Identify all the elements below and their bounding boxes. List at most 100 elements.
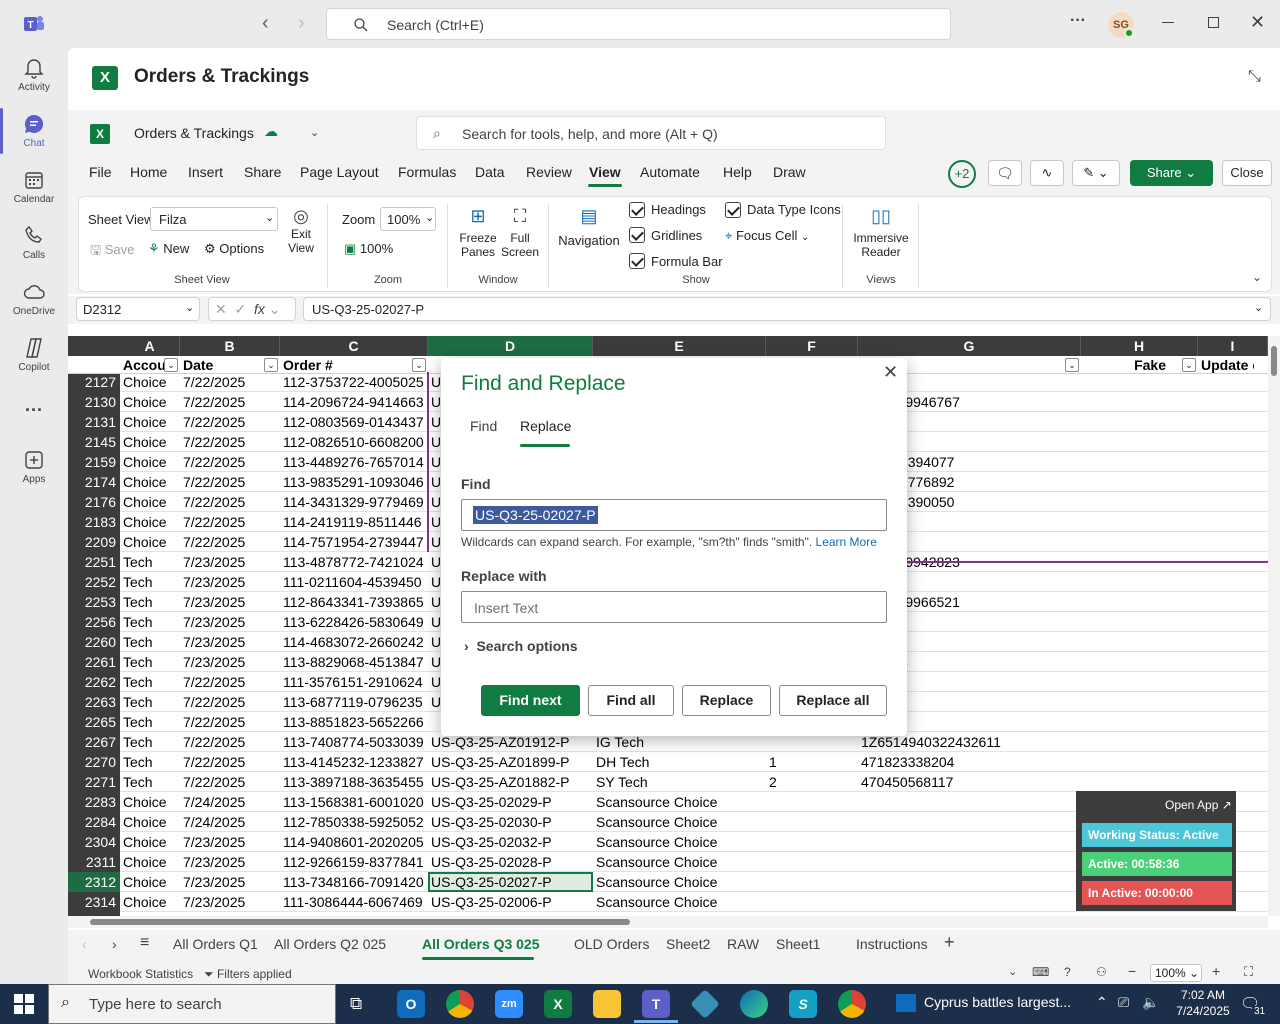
sheet-tab[interactable]: All Orders Q1 [173,936,258,952]
cell-b[interactable]: 7/22/2025 [180,492,280,512]
row-number[interactable]: 2130 [68,392,120,412]
share-button[interactable]: Share ⌄ [1130,160,1213,186]
horizontal-scrollbar[interactable] [68,916,1268,928]
gridlines-checkbox[interactable] [629,227,645,243]
cell-b[interactable]: 7/22/2025 [180,412,280,432]
cell-a[interactable]: Tech [120,632,180,652]
all-sheets-icon[interactable]: ≡ [140,934,149,952]
cell-d[interactable]: US-Q3-25-02032-P [428,832,593,852]
cell-b[interactable]: 7/22/2025 [180,432,280,452]
row-number[interactable]: 2314 [68,892,120,912]
row-number[interactable]: 2261 [68,652,120,672]
filter-dropdown-icon[interactable]: ⌄ [412,358,426,372]
rail-item-activity[interactable]: Activity [0,56,68,93]
save-button[interactable]: 🖫 Save [90,241,134,263]
cell-a[interactable]: Choice [120,512,180,532]
cell-c[interactable]: 112-0803569-0143437 [280,412,428,432]
teams-taskbar-icon[interactable]: T [642,990,670,1018]
row-number[interactable]: 2159 [68,452,120,472]
cell-b[interactable]: 7/22/2025 [180,732,280,752]
cancel-icon[interactable]: ✕ [215,301,227,317]
cell-b[interactable]: 7/22/2025 [180,672,280,692]
cell-b[interactable]: 7/22/2025 [180,532,280,552]
row-number[interactable]: 2253 [68,592,120,612]
exit-view-button[interactable]: ◎ Exit View [284,206,318,268]
row-number[interactable]: 2311 [68,852,120,872]
comments-button[interactable]: 🗨 [988,160,1022,186]
close-button[interactable]: Close [1222,160,1272,186]
row-number[interactable]: 2263 [68,692,120,712]
cell-b[interactable]: 7/22/2025 [180,512,280,532]
cell-e[interactable]: Scansource Choice [593,792,766,812]
cell-c[interactable]: 113-9835291-1093046 [280,472,428,492]
cell-c[interactable]: 114-2096724-9414663 [280,392,428,412]
workbook-name[interactable]: Orders & Trackings [134,125,254,141]
function-icon[interactable]: fx [254,301,265,317]
menu-home[interactable]: Home [130,164,167,180]
row-number[interactable]: 2251 [68,552,120,572]
row-number[interactable]: 2283 [68,792,120,812]
cell-d[interactable]: US-Q3-25-02028-P [428,852,593,872]
cell-c[interactable]: 113-3897188-3635455 [280,772,428,792]
replace-all-button[interactable]: Replace all [779,685,887,716]
cell-a[interactable]: Tech [120,752,180,772]
cell-c[interactable]: 112-0826510-6608200 [280,432,428,452]
cell-e[interactable]: Scansource Choice [593,832,766,852]
dialog-close-icon[interactable]: ✕ [883,362,898,383]
cell-c[interactable]: 111-0211604-4539450 [280,572,428,592]
back-arrow-icon[interactable]: ‹ [262,12,269,35]
cell-a[interactable]: Choice [120,852,180,872]
cell-f[interactable] [766,872,858,892]
row-number[interactable]: 2271 [68,772,120,792]
header-cell-h[interactable]: Fake [1081,355,1180,375]
cell-a[interactable]: Choice [120,372,180,392]
outlook-icon[interactable]: O [397,990,425,1018]
menu-formulas[interactable]: Formulas [398,164,456,180]
chrome-icon[interactable] [446,990,474,1018]
row-number[interactable]: 2209 [68,532,120,552]
row-number[interactable]: 2176 [68,492,120,512]
row-number[interactable]: 2267 [68,732,120,752]
cell-a[interactable]: Choice [120,412,180,432]
prev-sheet-icon[interactable]: ‹ [82,936,87,952]
cell-c[interactable]: 114-2419119-8511446 [280,512,428,532]
menu-automate[interactable]: Automate [640,164,700,180]
cell-c[interactable]: 112-9266159-8377841 [280,852,428,872]
column-header[interactable]: D [428,336,593,356]
cell-c[interactable]: 112-7850338-5925052 [280,812,428,832]
cell-a[interactable]: Tech [120,772,180,792]
cell-c[interactable]: 113-8829068-4513847 [280,652,428,672]
cell-a[interactable]: Choice [120,792,180,812]
cell-b[interactable]: 7/23/2025 [180,892,280,912]
ribbon-collapse-icon[interactable]: ⌄ [1252,270,1262,284]
cell-c[interactable]: 113-1568381-6001020 [280,792,428,812]
cell-e[interactable]: DH Tech [593,752,766,772]
cell-c[interactable]: 114-9408601-2020205 [280,832,428,852]
editing-mode-button[interactable]: ✎ ⌄ [1072,160,1120,186]
cell-e[interactable]: Scansource Choice [593,872,766,892]
cell-c[interactable]: 114-3431329-9779469 [280,492,428,512]
workbook-statistics[interactable]: Workbook Statistics [88,967,193,981]
sheet-tab[interactable]: All Orders Q2 025 [274,936,386,952]
freeze-panes-button[interactable]: ⊞ Freeze Panes [456,206,500,268]
task-view-icon[interactable]: ⧉ [350,994,362,1014]
cell-b[interactable]: 7/23/2025 [180,852,280,872]
menu-review[interactable]: Review [526,164,572,180]
accessibility-icon[interactable]: ⌨ [1032,965,1049,979]
status-zoom-select[interactable]: 100% ⌄ [1150,964,1202,982]
cell-f[interactable]: 2 [766,772,858,792]
news-widget[interactable]: Cyprus battles largest... [896,994,1086,1016]
column-header[interactable]: H [1081,336,1198,356]
formula-bar-checkbox[interactable] [629,253,645,269]
sheet-tab[interactable]: All Orders Q3 025 [422,936,540,952]
edge-icon[interactable] [740,990,768,1018]
row-number[interactable]: 2174 [68,472,120,492]
cell-b[interactable]: 7/23/2025 [180,832,280,852]
cell-b[interactable]: 7/24/2025 [180,812,280,832]
row-number[interactable]: 2127 [68,372,120,392]
cell-c[interactable]: 113-6877119-0796235 [280,692,428,712]
menu-page-layout[interactable]: Page Layout [300,164,379,180]
cell-a[interactable]: Choice [120,872,180,892]
row-number[interactable]: 2270 [68,752,120,772]
windows-start-icon[interactable] [14,994,34,1014]
